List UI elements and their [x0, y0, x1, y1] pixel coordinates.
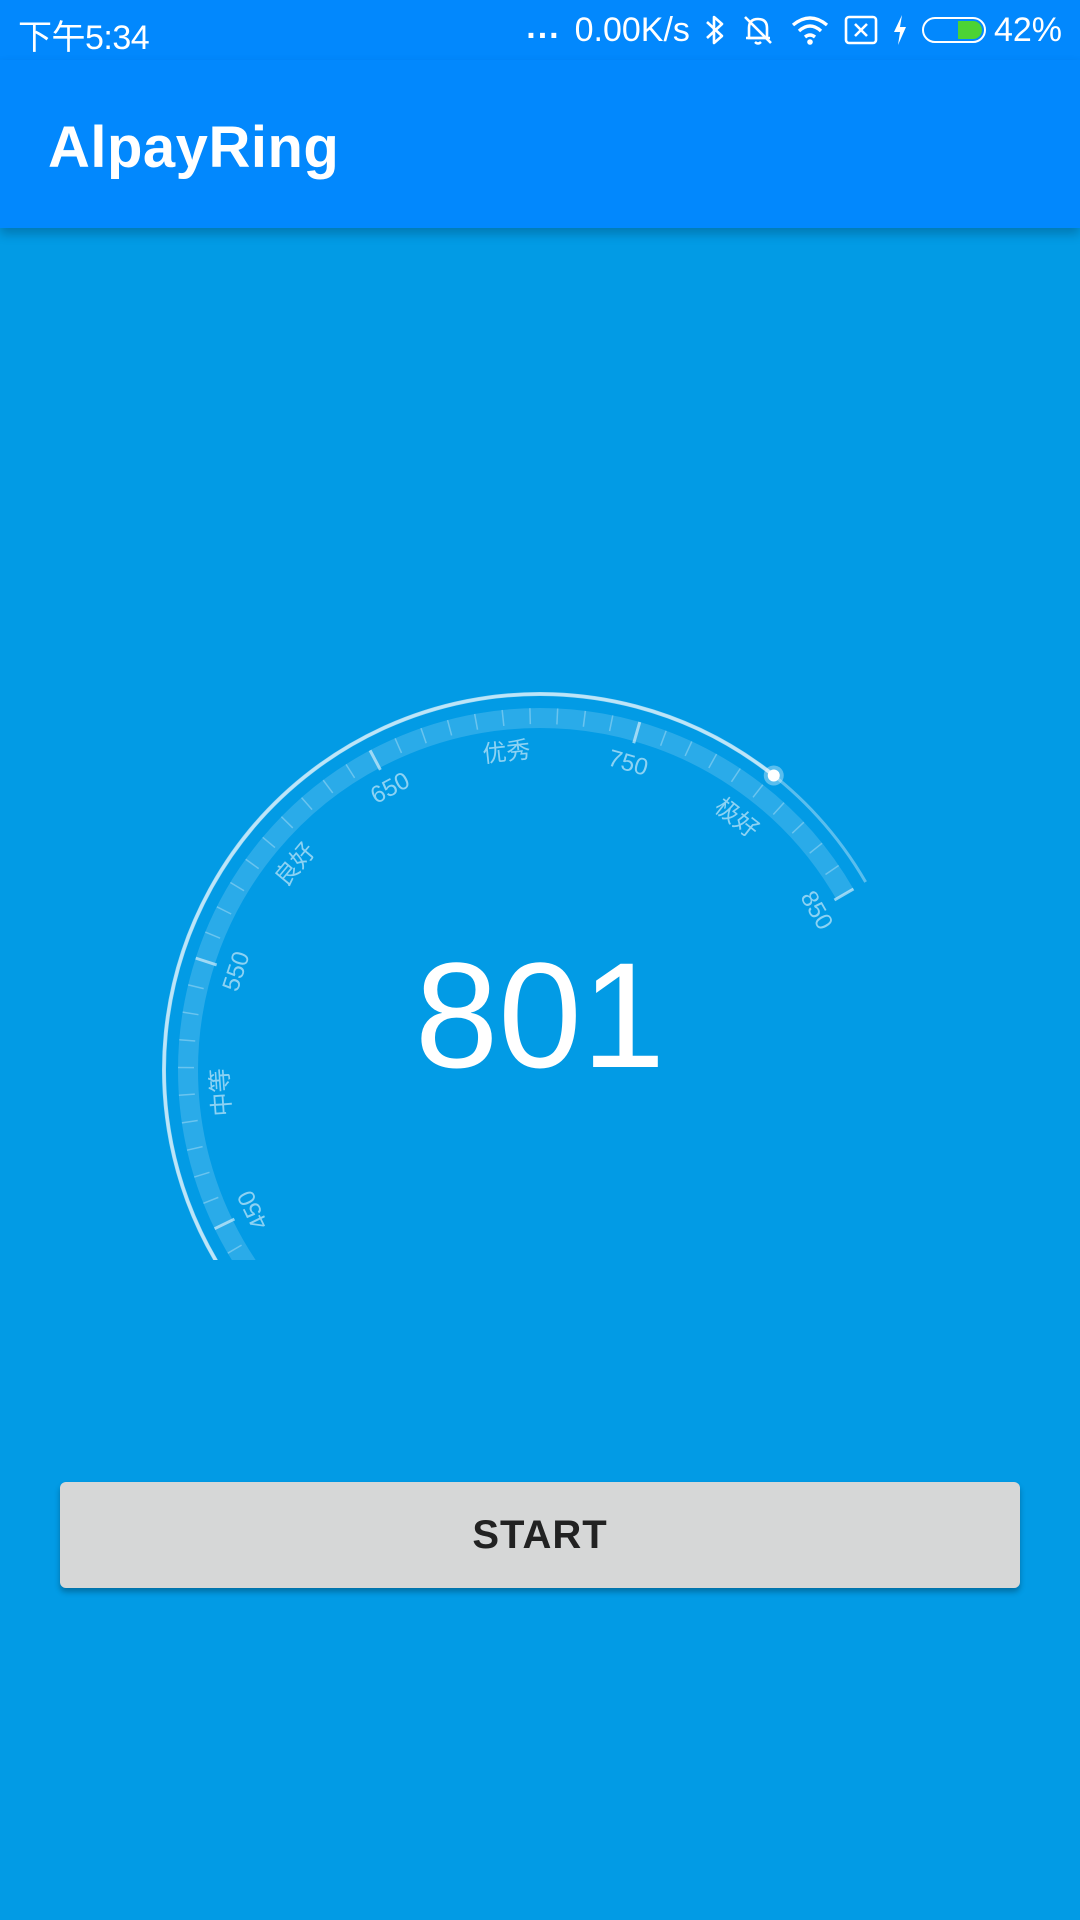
gauge-tick-label: 650 — [366, 767, 414, 810]
score-value: 801 — [414, 931, 666, 1099]
more-notifications-icon: ... — [526, 8, 561, 46]
sim-none-icon — [844, 15, 878, 45]
battery-icon: 42% — [921, 10, 1062, 50]
start-button[interactable]: START — [60, 1482, 1020, 1588]
credit-score-gauge: 350450550650750850较差中等良好优秀极好 801 — [0, 640, 1080, 1260]
charging-icon — [892, 14, 908, 46]
gauge-tick-label: 750 — [605, 745, 651, 782]
gauge-tick-label: 850 — [795, 886, 838, 934]
gauge-minor-tick — [556, 708, 559, 725]
screen: 下午5:34 ... 0.00K/s 42% AlpayRing 450 550… — [0, 0, 1080, 1920]
status-icons: ... 0.00K/s 42% — [526, 8, 1062, 52]
gauge-indicator-dot — [767, 769, 780, 782]
app-bar: AlpayRing — [0, 60, 1080, 228]
status-time: 下午5:34 — [18, 19, 150, 57]
wifi-icon — [790, 14, 830, 46]
gauge-rating-label: 优秀 — [481, 737, 532, 769]
status-bar: 下午5:34 ... 0.00K/s 42% — [0, 0, 1080, 60]
network-speed: 0.00K/s — [574, 10, 690, 49]
mute-icon — [740, 12, 776, 48]
bluetooth-icon — [704, 13, 726, 47]
gauge-tick-label: 450 — [232, 1186, 274, 1234]
app-title: AlpayRing — [48, 115, 340, 180]
battery-percent: 42% — [993, 10, 1062, 49]
battery-level-fill — [957, 21, 982, 39]
